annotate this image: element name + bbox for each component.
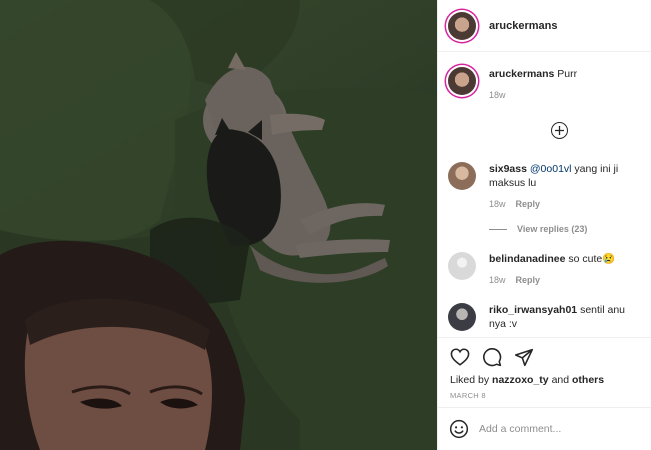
photo-illustration: [0, 0, 437, 450]
likes-prefix: Liked by: [450, 374, 490, 386]
comment-text: so cute😢: [568, 253, 616, 265]
author-username[interactable]: aruckermans: [489, 20, 558, 32]
commenter-avatar[interactable]: [448, 162, 476, 190]
caption-text: Purr: [557, 68, 578, 80]
reply-button[interactable]: Reply: [516, 273, 541, 287]
view-replies-divider: [489, 228, 507, 230]
post-date[interactable]: MARCH 8: [450, 391, 486, 400]
commenter-username[interactable]: riko_irwansyah01: [489, 304, 577, 316]
post-side-panel: aruckermans aruckermans Purr 18w six9ass…: [437, 0, 651, 450]
smiley-icon[interactable]: [449, 419, 469, 439]
likes-summary: Liked by nazzoxo_ty and others: [450, 374, 604, 386]
paper-plane-icon: [514, 348, 534, 366]
post-photo[interactable]: [0, 0, 437, 450]
comment-item: belindanadinee so cute😢 18w Reply: [438, 252, 651, 287]
heart-icon: [450, 348, 470, 366]
post-actions: Liked by nazzoxo_ty and others MARCH 8: [438, 337, 651, 407]
likes-others-link[interactable]: others: [572, 374, 604, 386]
comment-item: riko_irwansyah01 sentil anu nya :v: [438, 303, 651, 331]
comment-button[interactable]: [481, 346, 503, 368]
liked-by-username[interactable]: nazzoxo_ty: [492, 374, 549, 386]
commenter-avatar[interactable]: [448, 252, 476, 280]
likes-and: and: [551, 374, 570, 386]
like-button[interactable]: [449, 346, 471, 368]
comment-item: six9ass @0o01vl yang ini ji maksus lu 18…: [438, 162, 651, 211]
view-replies-label[interactable]: View replies (23): [517, 224, 587, 234]
comment-time[interactable]: 18w: [489, 197, 506, 211]
caption-author-avatar[interactable]: [448, 67, 476, 95]
commenter-username[interactable]: six9ass: [489, 163, 527, 175]
comments-section[interactable]: aruckermans Purr 18w six9ass @0o01vl yan…: [438, 53, 651, 337]
author-avatar[interactable]: [448, 11, 476, 40]
commenter-avatar[interactable]: [448, 303, 476, 331]
comment-time[interactable]: 18w: [489, 273, 506, 287]
caption-author-username[interactable]: aruckermans: [489, 68, 554, 80]
caption-time[interactable]: 18w: [489, 88, 506, 102]
view-replies-button[interactable]: View replies (23): [489, 224, 587, 234]
commenter-username[interactable]: belindanadinee: [489, 253, 565, 265]
comment-mention[interactable]: @0o01vl: [530, 163, 572, 175]
comment-bubble-icon: [483, 348, 502, 367]
comment-composer: Add a comment...: [438, 407, 651, 450]
share-button[interactable]: [513, 346, 535, 368]
reply-button[interactable]: Reply: [516, 197, 541, 211]
plus-circle-icon: [555, 126, 564, 135]
add-comment-input[interactable]: Add a comment...: [479, 423, 561, 435]
load-more-comments-button[interactable]: [551, 122, 568, 139]
post-header: aruckermans: [438, 0, 651, 52]
post-caption: aruckermans Purr 18w: [438, 67, 651, 102]
